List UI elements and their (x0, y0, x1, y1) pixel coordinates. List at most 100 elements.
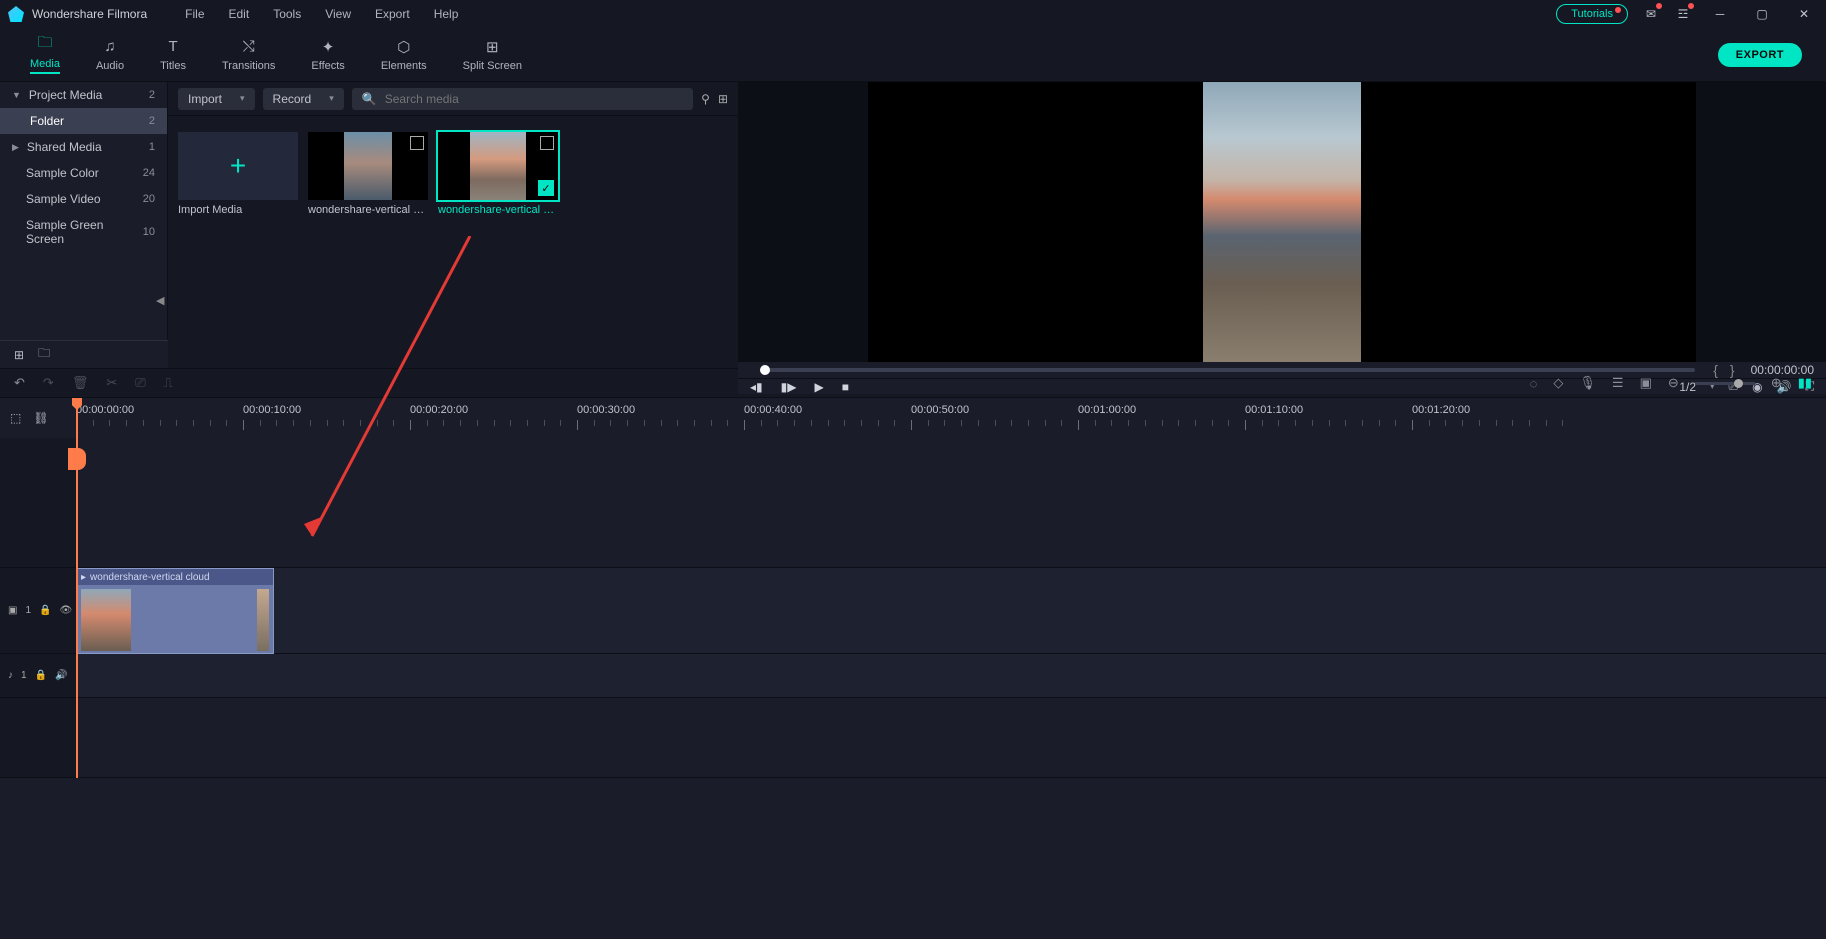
timeline-tracks: ▣ 1 🔒 👁 ▸ wondershare-vertical cloud ♪ 1… (0, 438, 1826, 778)
sidebar-item-shared-media[interactable]: ▶ Shared Media 1 (0, 134, 167, 160)
playhead[interactable] (76, 398, 78, 778)
timeline-ruler[interactable]: ⬚ ⛓ 00:00:00:0000:00:10:0000:00:20:0000:… (0, 398, 1826, 438)
sidebar-item-label: Sample Green Screen (26, 218, 135, 246)
track-empty (0, 698, 1826, 778)
cut-button[interactable]: ✂ (106, 375, 117, 391)
zoom-in-button[interactable]: ⊕ (1771, 375, 1782, 391)
menu-help[interactable]: Help (426, 7, 467, 21)
tab-audio-label: Audio (96, 60, 124, 72)
zoom-out-button[interactable]: ⊖ (1668, 375, 1679, 391)
media-import-tile[interactable]: + Import Media (178, 132, 298, 216)
record-dropdown[interactable]: Record ▾ (263, 88, 344, 110)
add-folder-icon[interactable]: ⊞ (14, 348, 24, 362)
text-icon: T (168, 38, 177, 56)
aspect-icon (410, 136, 424, 150)
play-pause-button[interactable]: ▮▶ (781, 380, 797, 394)
sidebar-item-project-media[interactable]: ▼ Project Media 2 (0, 82, 167, 108)
message-icon[interactable]: ✉ (1642, 5, 1660, 23)
app-title: Wondershare Filmora (32, 7, 147, 21)
delete-button[interactable]: 🗑 (72, 375, 89, 391)
chevron-down-icon: ▼ (12, 90, 21, 100)
folder-icon: 🗀 (37, 36, 52, 54)
adjust-button[interactable]: ⎚ (135, 375, 145, 391)
chevron-right-icon: ▶ (12, 142, 19, 153)
tab-elements[interactable]: ⬡ Elements (363, 38, 445, 72)
maximize-button[interactable]: ▢ (1748, 4, 1776, 24)
menu-file[interactable]: File (177, 7, 212, 21)
sidebar-item-sample-color[interactable]: Sample Color 24 (0, 160, 167, 186)
menu-edit[interactable]: Edit (221, 7, 258, 21)
menu-tools[interactable]: Tools (265, 7, 309, 21)
sidebar-item-folder[interactable]: Folder 2 (0, 108, 167, 134)
time-mark: 00:00:40:00 (744, 404, 802, 416)
eye-icon[interactable]: 👁 (59, 605, 72, 616)
lock-icon[interactable]: 🔒 (39, 605, 51, 616)
time-mark: 00:01:00:00 (1078, 404, 1136, 416)
playhead-handle[interactable] (68, 448, 86, 470)
media-toolbar: Import ▾ Record ▾ 🔍 ⚲ ⊞ (168, 82, 738, 116)
filter-icon[interactable]: ⚲ (701, 92, 710, 106)
minimize-button[interactable]: ─ (1706, 4, 1734, 24)
tab-transitions[interactable]: ⤭ Transitions (204, 38, 293, 72)
chevron-down-icon: ▾ (240, 93, 245, 104)
audio-wave-button[interactable]: ⎍ (164, 375, 173, 391)
search-input[interactable] (385, 92, 683, 106)
sidebar-footer: ⊞ 🗀 (0, 340, 168, 368)
marker-icon[interactable]: ◇ (1553, 375, 1563, 391)
render-icon[interactable]: ◌ (1530, 376, 1538, 391)
sidebar-item-sample-green[interactable]: Sample Green Screen 10 (0, 212, 167, 252)
tab-audio[interactable]: ♫ Audio (78, 38, 142, 72)
media-item-1[interactable]: wondershare-vertical pla... (308, 132, 428, 216)
mixer-icon[interactable]: ☰ (1612, 375, 1624, 391)
tab-split-screen[interactable]: ⊞ Split Screen (445, 38, 540, 72)
snap-icon[interactable]: ⬚ (10, 411, 21, 425)
sidebar-item-sample-video[interactable]: Sample Video 20 (0, 186, 167, 212)
menu-view[interactable]: View (317, 7, 359, 21)
preview-scrubber[interactable] (760, 368, 1695, 372)
zoom-slider[interactable] (1695, 382, 1755, 385)
grid-view-icon[interactable]: ⊞ (718, 92, 728, 106)
media-item-2[interactable]: ✓ wondershare-vertical clo... (438, 132, 558, 216)
tab-effects[interactable]: ✦ Effects (293, 38, 362, 72)
tab-media[interactable]: 🗀 Media (12, 36, 78, 74)
undo-button[interactable]: ↶ (14, 375, 25, 391)
tutorials-button[interactable]: Tutorials (1556, 4, 1628, 24)
timeline-clip[interactable]: ▸ wondershare-vertical cloud (76, 568, 274, 654)
voiceover-icon[interactable]: 🎙 (1579, 375, 1596, 391)
sidebar-item-label: Sample Color (26, 166, 99, 180)
redo-button[interactable]: ↷ (43, 375, 54, 391)
audio-track-1[interactable]: ♪ 1 🔒 🔊 (0, 654, 1826, 698)
link-icon[interactable]: ⛓ (33, 411, 48, 425)
preview-video (868, 82, 1696, 362)
clip-thumbnail (81, 589, 131, 651)
close-button[interactable]: ✕ (1790, 4, 1818, 24)
prev-frame-button[interactable]: ◂▮ (750, 380, 763, 394)
lock-icon[interactable]: 🔒 (35, 670, 47, 681)
effects-icon: ✦ (322, 38, 335, 56)
search-box[interactable]: 🔍 (352, 88, 693, 110)
stop-button[interactable]: ■ (842, 380, 849, 394)
sidebar-item-count: 2 (149, 89, 155, 101)
sidebar-item-count: 1 (149, 141, 155, 153)
aspect-icon (540, 136, 554, 150)
folder-icon[interactable]: 🗀 (38, 344, 50, 365)
export-button[interactable]: EXPORT (1718, 43, 1802, 67)
track-type-icon: ♪ (8, 670, 13, 681)
play-button[interactable]: ▶ (814, 380, 823, 394)
speaker-icon[interactable]: 🔊 (55, 670, 67, 681)
crop-icon[interactable]: ▣ (1640, 375, 1652, 391)
time-mark: 00:00:00:00 (76, 404, 134, 416)
scrubber-handle[interactable] (760, 365, 770, 375)
tasks-icon[interactable]: ☲ (1674, 5, 1692, 23)
check-icon: ✓ (538, 180, 554, 196)
media-panel: Import ▾ Record ▾ 🔍 ⚲ ⊞ + Import Media w… (168, 82, 738, 368)
collapse-sidebar-button[interactable]: ◀ (156, 294, 164, 307)
main-area: ▼ Project Media 2 Folder 2 ▶ Shared Medi… (0, 82, 1826, 368)
time-mark: 00:00:10:00 (243, 404, 301, 416)
video-track-1[interactable]: ▣ 1 🔒 👁 ▸ wondershare-vertical cloud (0, 568, 1826, 654)
tab-split-label: Split Screen (463, 60, 522, 72)
tab-titles[interactable]: T Titles (142, 38, 204, 72)
zoom-fit-button[interactable]: ▮▮ (1798, 375, 1812, 391)
menu-export[interactable]: Export (367, 7, 418, 21)
import-dropdown[interactable]: Import ▾ (178, 88, 255, 110)
